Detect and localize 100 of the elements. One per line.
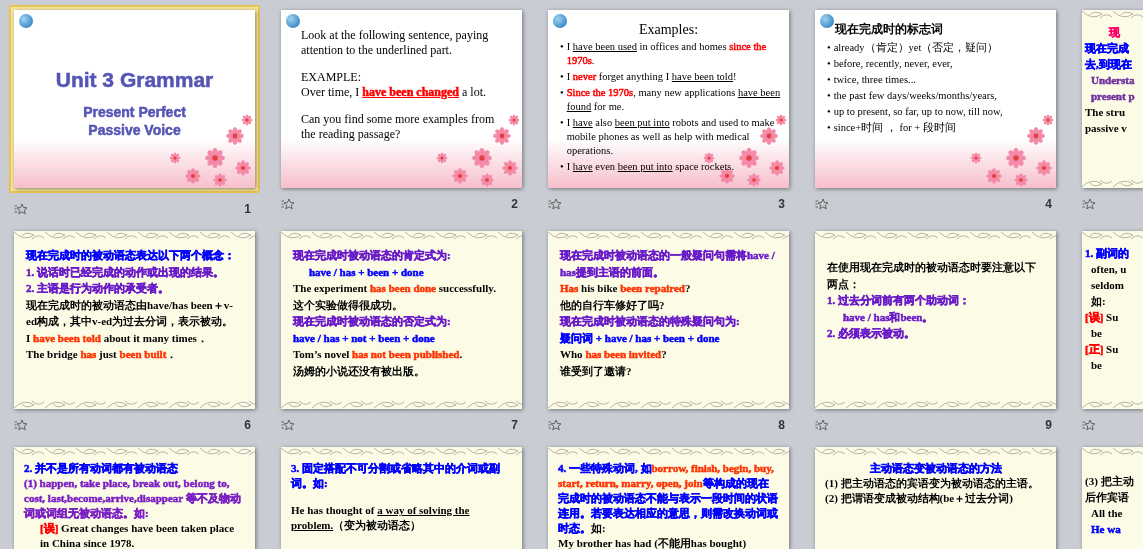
bullet: • (560, 70, 564, 84)
slide-text: Tom’s novel has not been published. (293, 347, 463, 362)
slide-text: have / has + not + been + done (293, 330, 435, 346)
slide-thumbnail[interactable]: 现在完成时的被动语态表达以下两个概念： 1. 说话时已经完成的动作或出现的结果。 2. 主语是行为动作的承受者。 现在完成时的被动语态由have/has been＋v-ed构成，其中v-ed为过去分词，表示被动。 I have been told about it many times． The bridge has just been built． (14, 231, 255, 409)
slide-text: 1. 副词的 (1085, 246, 1129, 261)
star-icon[interactable] (14, 419, 28, 431)
bullet-text: I have been used in offices and homes since the 1970s. (566, 40, 768, 68)
slide-text: 1. 过去分词前有两个助动词： (827, 293, 970, 308)
bullet: • (827, 89, 831, 103)
slide-text: 如: (1091, 294, 1106, 309)
slide-text: (1) happen, take place, break out, belong to, cost, last,become,arrive,disappear 等不及物动词或词组无被动语态。如: (24, 476, 242, 521)
slide-text: 现在完成时的被动语态由have/has been＋v-ed构成，其中v-ed为过去分词，表示被动。 (26, 297, 235, 329)
bullet: • (560, 40, 564, 54)
slide-text: 主动语态变被动语态的方法 (869, 461, 1002, 476)
slide-text: [误] Great changes have been taken place in China since 1978. (40, 521, 236, 549)
bullet: • (827, 41, 831, 55)
slide-number: 3 (778, 196, 786, 213)
slide-text: [误] Su (1085, 310, 1119, 325)
star-icon[interactable] (281, 419, 295, 431)
bullet-text: since+时间 ， for + 段时间 (833, 121, 956, 135)
slide-text: 现在完成时被动语态的一般疑问句需将have / has提到主语的前面。 (560, 248, 776, 280)
slide-thumbnail[interactable] (548, 10, 789, 188)
slide-number: 6 (244, 417, 252, 434)
slide-text: 2. 必须表示被动。 (827, 326, 915, 341)
slide-number: 1 (244, 201, 252, 218)
bullet: • (827, 57, 831, 71)
slide-text: have / has和been。 (843, 309, 934, 325)
bullet-text: up to present, so far, up to now, till now, (833, 105, 1003, 119)
slide-number: 4 (1045, 196, 1053, 213)
slide-text: 3. 固定搭配不可分割或省略其中的介词或副词。如: (291, 461, 501, 491)
star-icon[interactable] (548, 198, 562, 210)
bullet: • (560, 86, 564, 100)
slide-text: EXAMPLE: (301, 70, 361, 85)
slide-text: He has thought of a way of solving the problem.（变为被动语态） (291, 503, 471, 533)
bullet-text: I never forget anything I have been told! (566, 70, 737, 84)
slide-text: The experiment has been done successfully. (293, 281, 496, 296)
slide-text: Understa (1091, 73, 1135, 88)
slide-text: (3) 把主动 (1085, 474, 1134, 489)
slide-text: be (1091, 326, 1102, 341)
slide-number: 2 (511, 196, 519, 213)
slide-text: 现在完成 (1085, 41, 1129, 56)
slide-text: present p (1091, 89, 1135, 104)
bullet-text: the past few days/weeks/months/years, (833, 89, 997, 103)
slide-text: All the (1091, 506, 1123, 521)
slide-text: be (1091, 358, 1102, 373)
slide-text: 汤姆的小说还没有被出版。 (293, 363, 425, 379)
slide-text: 去,到现在 (1085, 57, 1132, 72)
slide-text: 现在完成时被动语态的肯定式为: (293, 248, 451, 263)
slide-thumbnail[interactable]: 3. 固定搭配不可分割或省略其中的介词或副词。如: He has thought of a way of solving the problem.（变为被动语态） (281, 447, 522, 549)
slide-thumbnail[interactable]: 4. 一些特殊动词, 如borrow, finish, begin, buy, start, return, marry, open, join等构成的现在完成时的被动语态不能与表示一段时间的状语连用。若要表达相应的意思，则需改换动词或时态。如: My brother has had (不能用has bought) (548, 447, 789, 549)
slide-text: Who has been invited? (560, 347, 667, 362)
slide-text: 在使用现在完成时的被动语态时要注意以下两点： (827, 260, 1037, 292)
bullet: • (560, 160, 564, 174)
bullet: • (827, 73, 831, 87)
slide-thumbnail[interactable]: 1. 副词的 often, u seldom 如: [误] Su be [正] Su be (1082, 231, 1143, 409)
slide-thumbnail[interactable]: 主动语态变被动语态的方法 (1) 把主动语态的宾语变为被动语态的主语。 (2) 把谓语变成被动结构(be＋过去分词) (815, 447, 1056, 549)
slide-text: Look at the following sentence, paying attention to the underlined part. (301, 28, 490, 58)
slide-text: He wa (1091, 522, 1121, 537)
slide-thumbnail[interactable]: 现在完成时被动语态的一般疑问句需将have / has提到主语的前面。 Has his bike been repaired? 他的自行车修好了吗? 现在完成时被动语态的特殊疑问句为: 疑问词 + have / has + been + done Who has been invited? 谁受到了邀请? (548, 231, 789, 409)
slide-thumbnail[interactable]: (3) 把主动 后作宾语 All the He wa (1082, 447, 1143, 549)
star-icon[interactable] (14, 203, 28, 215)
star-icon[interactable] (281, 198, 295, 210)
logo-icon (820, 14, 834, 28)
logo-icon (286, 14, 300, 28)
slide-text: My brother has had (不能用has bought) (558, 536, 747, 549)
star-icon[interactable] (1082, 419, 1096, 431)
bullet: • (827, 121, 831, 135)
slide-thumbnail[interactable]: Look at the following sentence, paying attention to the underlined part. EXAMPLE: Over time, I have been changed a lot. Can you find some more examples from the reading passage? (281, 10, 522, 188)
slide-thumbnail[interactable]: 在使用现在完成时的被动语态时要注意以下两点： 1. 过去分词前有两个助动词： have / has和been。 2. 必须表示被动。 (815, 231, 1056, 409)
slide-text: 现在完成时被动语态的特殊疑问句为: (560, 314, 740, 329)
slide-text: The stru (1085, 105, 1126, 120)
bullet-text: Since the 1970s, many new applications have been found for me. (566, 86, 781, 114)
star-icon[interactable] (815, 198, 829, 210)
slide-text: Can you find some more examples from the reading passage? (301, 112, 496, 142)
slide-thumbnail[interactable]: 现 现在完成 去,到现在 Understa present p The stru passive v (1082, 10, 1143, 188)
slide-thumbnail[interactable]: 2. 并不是所有动词都有被动语态 (1) happen, take place, break out, belong to, cost, last,become,arrive,disappear 等不及物动词或词组无被动语态。如: [误] Great changes have been taken place in China since 1978. (14, 447, 255, 549)
slide-text: 现在完成时被动语态的否定式为: (293, 314, 451, 329)
bullet: • (560, 116, 564, 130)
star-icon[interactable] (548, 419, 562, 431)
slide-thumbnail[interactable]: 现在完成时被动语态的肯定式为: have / has + been + done The experiment has been done successfully. 这个实验做得很成功。 现在完成时被动语态的否定式为: have / has + not + been + done Tom’s novel has not been published. 汤姆的小说还没有被出版。 (281, 231, 522, 409)
slide-text: 他的自行车修好了吗? (560, 297, 665, 313)
slide-text: 4. 一些特殊动词, 如borrow, finish, begin, buy, start, return, marry, open, join等构成的现在完成时的被动语态不能与表示一段时间的状语连用。若要表达相应的意思，则需改换动词或时态。如: (558, 461, 779, 536)
slide-text: 谁受到了邀请? (560, 363, 632, 379)
star-icon[interactable] (815, 419, 829, 431)
slide-thumbnail[interactable]: 现在完成时的标志词 • already（肯定）yet（否定，疑问） • before, recently, never, ever, • twice, three times... • the past few days/weeks/months/years, • up to present, so far, up to now, till now, • since+时间 ， for + 段时间 (815, 10, 1056, 188)
bullet-text: already（肯定）yet（否定，疑问） (833, 41, 999, 55)
star-icon[interactable] (1082, 198, 1096, 210)
slide-text: (2) 把谓语变成被动结构(be＋过去分词) (825, 491, 1013, 506)
bullet-text: twice, three times... (833, 73, 916, 87)
slide-text: (1) 把主动语态的宾语变为被动语态的主语。 (825, 476, 1039, 491)
slide-text: 后作宾语 (1085, 490, 1129, 505)
slide-text: passive v (1085, 121, 1127, 136)
slide-text: The bridge has just been built． (26, 347, 178, 362)
slide-text: often, u (1091, 262, 1127, 277)
slide-text: have / has + been + done (309, 264, 424, 280)
slide-text: 2. 并不是所有动词都有被动语态 (24, 461, 178, 476)
slide-title: Examples: (638, 22, 699, 38)
slide-title: Present Perfect Passive Voice (82, 103, 187, 139)
slide-number: 7 (511, 417, 519, 434)
slide-thumbnail[interactable]: Unit 3 Grammar Present Perfect Passive Voice (14, 10, 255, 188)
